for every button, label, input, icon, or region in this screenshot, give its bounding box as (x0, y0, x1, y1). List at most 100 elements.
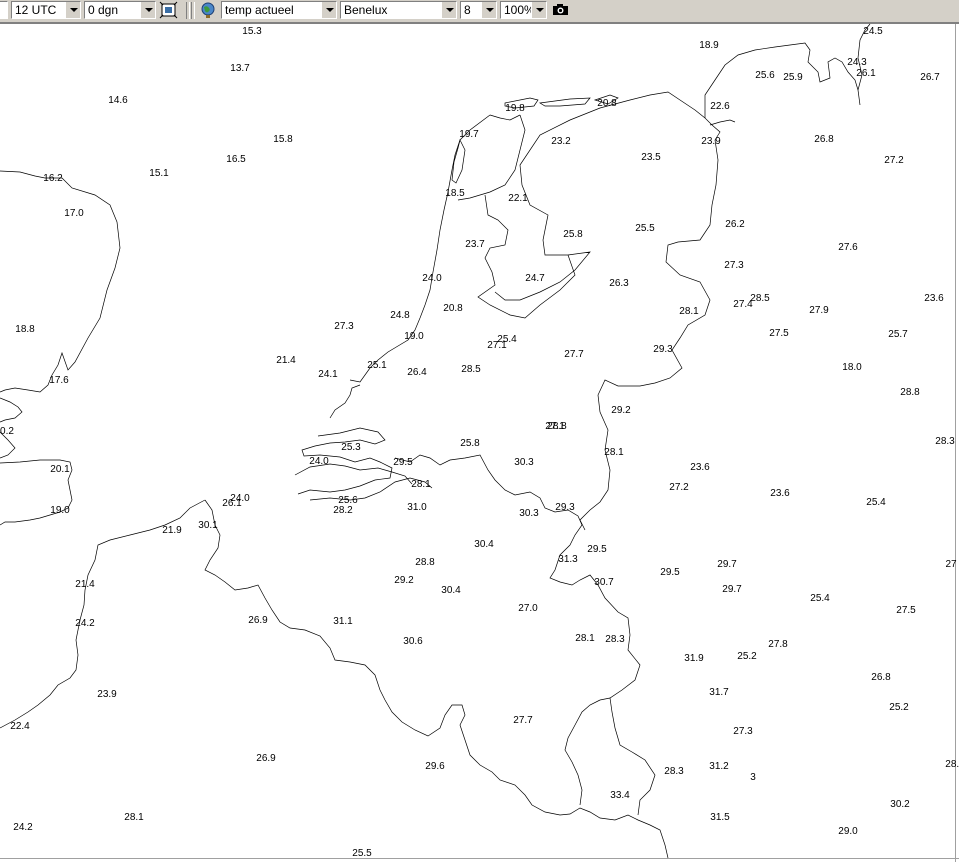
station-value: 24.0 (422, 273, 442, 284)
station-value: 27.4 (733, 299, 753, 310)
station-value: 27.5 (896, 605, 916, 616)
station-value: 26.8 (871, 672, 891, 683)
size-select[interactable]: 8 (460, 1, 497, 19)
station-value: 24.3 (847, 57, 867, 68)
station-value: 28.1 (411, 479, 431, 490)
region-select[interactable]: Benelux (340, 1, 457, 19)
station-value: 29.7 (722, 584, 742, 595)
station-value: 29.7 (717, 559, 737, 570)
station-value: 29.3 (653, 344, 673, 355)
station-value: 24.2 (75, 618, 95, 629)
day-select[interactable]: 0 dgn (84, 1, 156, 19)
time-select[interactable]: 12 UTC (11, 1, 81, 19)
station-value: 20.8 (443, 303, 463, 314)
station-value: 26.9 (248, 615, 268, 626)
station-value: 27.8 (768, 639, 788, 650)
station-value: 26.3 (609, 278, 629, 289)
station-value: 28.5 (750, 293, 770, 304)
globe-button[interactable] (198, 1, 218, 19)
camera-icon (553, 4, 568, 15)
station-value: 19.7 (459, 129, 479, 140)
station-value: 30.7 (594, 577, 614, 588)
station-value: 23.9 (97, 689, 117, 700)
station-value: 27.7 (564, 349, 584, 360)
station-value: 22.6 (710, 101, 730, 112)
parameter-select-value: temp actueel (225, 3, 294, 17)
chevron-down-icon[interactable] (441, 2, 456, 18)
chevron-down-icon[interactable] (531, 2, 546, 18)
station-value: 24.2 (13, 822, 33, 833)
station-value: 25.5 (635, 223, 655, 234)
station-value: 21.9 (162, 525, 182, 536)
station-value: 15.3 (242, 26, 262, 37)
station-value: 29.5 (393, 457, 413, 468)
station-value: 27.3 (724, 260, 744, 271)
station-value: 27.1 (487, 340, 507, 351)
station-value: 27.0 (518, 603, 538, 614)
station-value: 27.3 (334, 321, 354, 332)
station-value: 26.1 (856, 68, 876, 79)
cut-off-combo[interactable] (0, 1, 8, 19)
station-value: 30.4 (441, 585, 461, 596)
station-value: 28.3 (935, 436, 955, 447)
station-value: 28.8 (547, 421, 567, 432)
station-value: 24.1 (318, 369, 338, 380)
station-value: 31.7 (709, 687, 729, 698)
station-value: 20.1 (50, 464, 70, 475)
station-value: 26.4 (407, 367, 427, 378)
station-value: 25.6 (755, 70, 775, 81)
station-value: 3 (750, 772, 756, 783)
camera-button[interactable] (551, 1, 571, 19)
station-value: 29.2 (394, 575, 414, 586)
station-value: 18.0 (842, 362, 862, 373)
station-value: 25.9 (783, 72, 803, 83)
frame-icon (159, 1, 178, 19)
station-value: 30.1 (198, 520, 218, 531)
station-value: 28.1 (679, 306, 699, 317)
station-value: 17.0 (64, 208, 84, 219)
station-value: 25.8 (563, 229, 583, 240)
parameter-select[interactable]: temp actueel (221, 1, 337, 19)
station-value: 30.3 (519, 508, 539, 519)
weather-map[interactable]: 15.3 13.7 14.6 15.8 16.5 15.1 16.2 17.0 18.8 17.6… (0, 23, 959, 862)
station-value: 30.2 (890, 799, 910, 810)
station-value: 28.1 (124, 812, 144, 823)
station-value: 22.1 (508, 193, 528, 204)
globe-icon (201, 2, 215, 18)
chevron-down-icon[interactable] (65, 2, 80, 18)
station-value: 29.3 (555, 502, 575, 513)
zoom-select[interactable]: 100% (500, 1, 547, 19)
chevron-down-icon[interactable] (481, 2, 496, 18)
station-value: 27.2 (669, 482, 689, 493)
station-value: 28.8 (415, 557, 435, 568)
time-select-value: 12 UTC (15, 3, 57, 17)
station-value: 30.4 (474, 539, 494, 550)
fit-frame-button[interactable] (159, 1, 179, 19)
station-value: 23.5 (641, 152, 661, 163)
station-value: 29.2 (611, 405, 631, 416)
size-select-value: 8 (464, 3, 471, 17)
station-value: 23.7 (465, 239, 485, 250)
station-value: 30.3 (514, 457, 534, 468)
station-value: 27.6 (838, 242, 858, 253)
station-value: 23.6 (770, 488, 790, 499)
station-value: 0.2 (0, 426, 14, 437)
station-value: 23.2 (551, 136, 571, 147)
station-value: 25.2 (737, 651, 757, 662)
station-value: 30.6 (403, 636, 423, 647)
station-value: 28.1 (575, 633, 595, 644)
station-value: 23.6 (690, 462, 710, 473)
station-value: 26.8 (814, 134, 834, 145)
station-value: 24.5 (863, 26, 883, 37)
region-select-value: Benelux (344, 3, 388, 17)
chevron-down-icon[interactable] (140, 2, 155, 18)
station-value: 25.5 (352, 848, 372, 859)
station-value: 13.7 (230, 63, 250, 74)
station-value: 28.2 (333, 505, 353, 516)
station-value: 18.9 (699, 40, 719, 51)
station-value: 29.6 (425, 761, 445, 772)
chevron-down-icon[interactable] (321, 2, 336, 18)
station-value: 19.0 (50, 505, 70, 516)
station-value: 14.6 (108, 95, 128, 106)
station-value: 25.7 (888, 329, 908, 340)
